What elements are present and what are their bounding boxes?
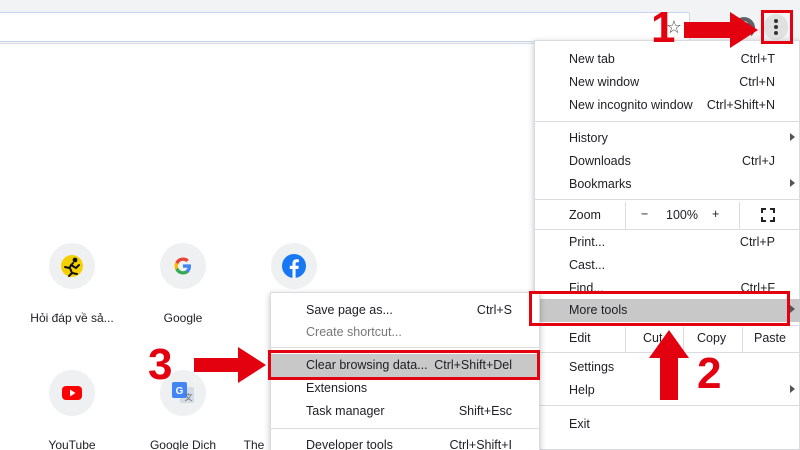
- arrow-up-icon: [649, 330, 689, 400]
- address-bar[interactable]: [0, 12, 690, 42]
- menu-item-new-incognito-window[interactable]: New incognito window Ctrl+Shift+N: [535, 94, 800, 117]
- menu-item-label: Extensions: [306, 381, 368, 395]
- svg-text:文: 文: [185, 392, 193, 402]
- menu-divider: [271, 347, 539, 348]
- fullscreen-icon[interactable]: [761, 208, 775, 222]
- menu-item-shortcut: Ctrl+Shift+I: [449, 438, 512, 450]
- highlight-box-clear-browsing-data: [268, 350, 540, 380]
- runner-icon: [49, 243, 95, 289]
- shortcut-label: Google Dich: [149, 438, 217, 450]
- step-number-1: 1: [651, 3, 676, 52]
- menu-item-label: Save page as...: [306, 303, 393, 317]
- submenu-item-task-manager[interactable]: Task manager Shift+Esc: [271, 400, 539, 423]
- menu-divider: [535, 121, 800, 122]
- menu-divider: [271, 428, 539, 429]
- browser-toolbar: ☆: [0, 0, 800, 44]
- menu-divider: [535, 199, 800, 200]
- svg-text:G: G: [176, 386, 184, 397]
- zoom-divider: [739, 202, 740, 229]
- menu-item-label: Print...: [569, 235, 606, 249]
- shortcut-label: Google: [163, 311, 203, 325]
- menu-item-label: Create shortcut...: [306, 325, 402, 339]
- zoom-out-button[interactable]: −: [641, 207, 648, 221]
- submenu-arrow-icon: [790, 305, 795, 313]
- copy-button[interactable]: Copy: [697, 331, 726, 345]
- zoom-divider: [625, 202, 626, 229]
- google-g-icon: [160, 243, 206, 289]
- menu-item-label: Developer tools: [306, 438, 393, 450]
- step-number-2: 2: [697, 349, 722, 398]
- menu-item-label: Bookmarks: [569, 177, 632, 191]
- menu-item-label: New incognito window: [569, 98, 693, 112]
- menu-item-shortcut: Ctrl+T: [740, 52, 775, 66]
- menu-item-label: Help: [569, 383, 595, 397]
- menu-item-label: Exit: [569, 417, 590, 431]
- zoom-in-button[interactable]: +: [712, 207, 719, 221]
- menu-item-label: Downloads: [569, 154, 631, 168]
- menu-item-exit[interactable]: Exit: [535, 413, 800, 436]
- arrow-right-icon: [194, 347, 266, 383]
- menu-divider: [535, 405, 800, 406]
- submenu-arrow-icon: [790, 133, 795, 141]
- menu-item-downloads[interactable]: Downloads Ctrl+J: [535, 150, 800, 173]
- menu-item-label: Settings: [569, 360, 615, 374]
- menu-item-shortcut: Ctrl+Shift+N: [706, 98, 775, 112]
- menu-item-bookmarks[interactable]: Bookmarks: [535, 173, 800, 196]
- menu-item-shortcut: Ctrl+J: [742, 154, 775, 168]
- menu-item-zoom: Zoom − 100% +: [535, 202, 800, 229]
- zoom-level: 100%: [666, 208, 698, 222]
- facebook-icon: [271, 243, 317, 289]
- menu-item-print[interactable]: Print... Ctrl+P: [535, 231, 800, 254]
- edit-divider: [742, 327, 743, 352]
- menu-divider: [535, 229, 800, 230]
- menu-item-label: Cast...: [569, 258, 606, 272]
- submenu-item-developer-tools[interactable]: Developer tools Ctrl+Shift+I: [271, 434, 539, 450]
- menu-item-history[interactable]: History: [535, 127, 800, 150]
- shortcut-tile[interactable]: Hỏi đáp về sả...: [17, 243, 127, 325]
- menu-item-label: History: [569, 131, 608, 145]
- submenu-item-extensions[interactable]: Extensions: [271, 377, 539, 400]
- menu-item-shortcut: Ctrl+P: [739, 235, 775, 249]
- menu-item-label: New tab: [569, 52, 615, 66]
- menu-item-shortcut: Shift+Esc: [458, 404, 512, 418]
- submenu-arrow-icon: [790, 385, 795, 393]
- edit-divider: [625, 327, 626, 352]
- submenu-arrow-icon: [790, 179, 795, 187]
- menu-item-label: Task manager: [306, 404, 385, 418]
- submenu-item-create-shortcut[interactable]: Create shortcut...: [271, 321, 539, 344]
- menu-item-label: New window: [569, 75, 640, 89]
- shortcut-tile[interactable]: YouTube: [17, 370, 127, 450]
- menu-item-new-window[interactable]: New window Ctrl+N: [535, 71, 800, 94]
- menu-item-label: Edit: [569, 331, 591, 345]
- submenu-item-save-page[interactable]: Save page as... Ctrl+S: [271, 299, 539, 322]
- highlight-box-menu-button: [761, 10, 793, 44]
- youtube-icon: [49, 370, 95, 416]
- menu-item-shortcut: Ctrl+S: [476, 303, 512, 317]
- paste-button[interactable]: Paste: [754, 331, 786, 345]
- shortcut-label: Hỏi đáp về sả...: [30, 311, 114, 325]
- step-number-3: 3: [148, 340, 173, 389]
- arrow-right-icon: [684, 12, 758, 48]
- menu-item-cast[interactable]: Cast...: [535, 254, 800, 277]
- highlight-box-more-tools: [529, 291, 790, 326]
- menu-item-label: Zoom: [569, 208, 601, 222]
- shortcut-label: YouTube: [48, 438, 96, 450]
- menu-item-shortcut: Ctrl+N: [739, 75, 775, 89]
- shortcut-tile[interactable]: Google: [128, 243, 238, 325]
